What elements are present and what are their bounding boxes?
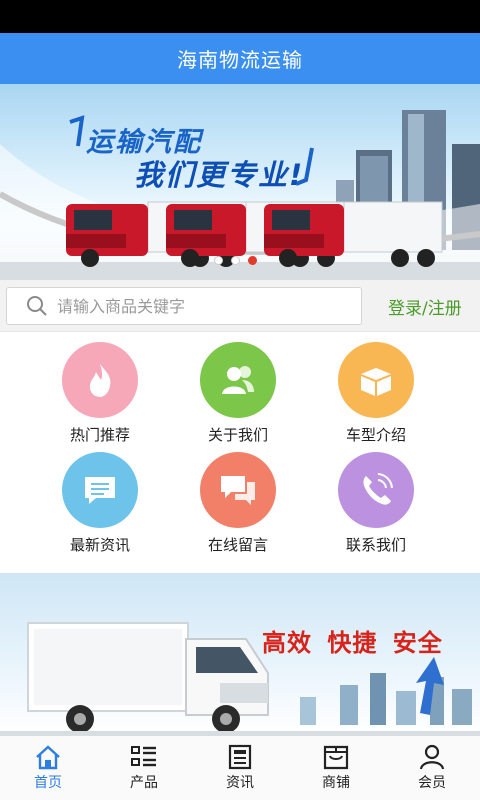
tab-news[interactable]: 资讯 [192, 736, 288, 800]
tab-label: 产品 [130, 775, 158, 791]
tab-home[interactable]: 首页 [0, 736, 96, 800]
box-icon [338, 342, 414, 418]
page-title: 海南物流运输 [177, 48, 303, 72]
user-icon [419, 744, 445, 770]
carousel-dot[interactable] [214, 256, 223, 265]
search-row: 登录/注册 [0, 280, 480, 332]
menu-item-hot[interactable]: 热门推荐 [40, 332, 160, 444]
chat-icon [200, 452, 276, 528]
login-register-link[interactable]: 登录/注册 [388, 294, 462, 319]
promo-slogan: 高效 快捷 安全 [262, 629, 443, 657]
menu-label: 联系我们 [345, 536, 406, 554]
search-icon [17, 288, 57, 324]
tab-label: 会员 [418, 775, 446, 791]
users-icon [200, 342, 276, 418]
promo-banner[interactable]: 高效 快捷 安全 [0, 573, 480, 735]
menu-item-news[interactable]: 最新资讯 [40, 442, 160, 554]
status-bar [0, 0, 480, 33]
flame-icon [62, 342, 138, 418]
menu-item-about[interactable]: 关于我们 [178, 332, 298, 444]
carousel-indicator [214, 256, 257, 265]
carousel-dot[interactable] [231, 256, 240, 265]
tab-products[interactable]: 产品 [96, 736, 192, 800]
tab-member[interactable]: 会员 [384, 736, 480, 800]
tab-shop[interactable]: 商铺 [288, 736, 384, 800]
list-icon [131, 746, 156, 767]
menu-item-message[interactable]: 在线留言 [178, 442, 298, 554]
menu-label: 在线留言 [207, 536, 268, 554]
menu-item-contact[interactable]: 联系我们 [316, 442, 436, 554]
hero-slogan-line2: 我们更专业! [134, 158, 305, 192]
menu-item-models[interactable]: 车型介绍 [316, 332, 436, 444]
hero-banner[interactable]: 运输汽配 我们更专业! [0, 84, 480, 280]
app-header: 海南物流运输 [0, 33, 480, 84]
tab-label: 资讯 [226, 775, 254, 791]
search-input[interactable] [57, 296, 337, 316]
search-box[interactable] [6, 287, 362, 325]
phone-icon [338, 452, 414, 528]
bottom-tab-bar: 首页 产品 资讯 商铺 会员 [0, 735, 480, 800]
news-icon [228, 744, 252, 770]
tab-label: 商铺 [322, 775, 350, 791]
home-icon [36, 745, 60, 770]
menu-grid: 热门推荐 关于我们 车型介绍 最新资讯 在线留言 联系我们 [0, 332, 480, 572]
message-icon [62, 452, 138, 528]
menu-label: 最新资讯 [69, 536, 130, 554]
carousel-dot-active[interactable] [248, 256, 257, 265]
tab-label: 首页 [34, 775, 62, 791]
shop-icon [323, 745, 349, 770]
